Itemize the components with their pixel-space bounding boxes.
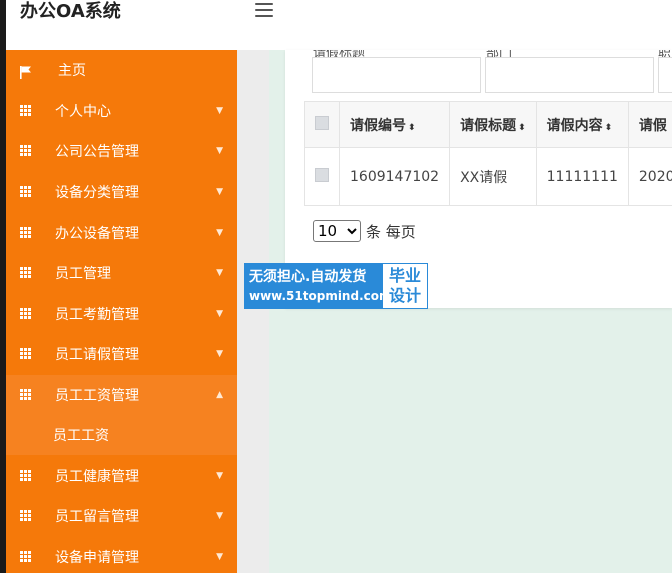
- pagination: 10 条 每页: [313, 220, 416, 242]
- sidebar-item-device-categories[interactable]: 设备分类管理 ▼: [6, 172, 237, 213]
- watermark-banner: 无须担心.自动发货 www.51topmind.com 毕业 设计: [244, 263, 428, 309]
- filter-input-position[interactable]: [658, 57, 672, 93]
- sidebar-item-home[interactable]: 主页: [6, 50, 237, 91]
- sidebar-item-leave[interactable]: 员工请假管理 ▼: [6, 334, 237, 375]
- sidebar-item-label: 员工留言管理: [55, 509, 139, 526]
- main-content: 请假标题 部门 职 请假编号 ⬍ 请假标题 ⬍ 请假内容 ⬍ 请假 160914710…: [237, 50, 672, 573]
- watermark-line1: 无须担心.自动发货: [249, 269, 367, 285]
- sort-icon: ⬍: [518, 122, 526, 133]
- grid-icon: [20, 226, 32, 239]
- sidebar-item-attendance[interactable]: 员工考勤管理 ▼: [6, 294, 237, 335]
- grid-icon: [20, 145, 32, 157]
- grid-icon: [20, 469, 32, 482]
- sidebar-item-label: 员工请假管理: [55, 347, 139, 364]
- grid-icon: [20, 348, 32, 360]
- sidebar-item-label: 设备申请管理: [55, 549, 139, 566]
- grid-icon: [20, 550, 32, 563]
- caret-down-icon: ▼: [216, 470, 223, 481]
- cell-title: XX请假: [449, 147, 537, 206]
- hamburger-icon[interactable]: [255, 3, 273, 19]
- cell-id: 1609147102: [338, 147, 451, 206]
- column-header-id[interactable]: 请假编号 ⬍: [338, 101, 451, 148]
- sidebar-item-health[interactable]: 员工健康管理 ▼: [6, 455, 237, 496]
- row-checkbox[interactable]: [304, 147, 340, 206]
- column-header-date[interactable]: 请假: [627, 101, 672, 148]
- grid-icon: [20, 104, 32, 117]
- sidebar-item-office-devices[interactable]: 办公设备管理 ▼: [6, 212, 237, 253]
- sidebar-item-personal-center[interactable]: 个人中心 ▼: [6, 91, 237, 132]
- sidebar: 主页 个人中心 ▼ 公司公告管理 ▼ 设备分类管理 ▼ 办公设备管理 ▼ 员工管…: [6, 50, 237, 573]
- grid-icon: [20, 267, 32, 279]
- cell-content: 11111111: [535, 147, 629, 206]
- sidebar-subitem-label: 员工工资: [53, 428, 109, 445]
- sidebar-item-salary[interactable]: 员工工资管理 ▲: [6, 374, 237, 416]
- filter-input-title[interactable]: [312, 57, 481, 93]
- watermark-badge: 毕业 设计: [383, 264, 427, 308]
- caret-down-icon: ▼: [216, 551, 223, 562]
- column-header-title[interactable]: 请假标题 ⬍: [449, 101, 537, 148]
- caret-down-icon: ▼: [216, 511, 223, 522]
- grid-icon: [20, 186, 32, 198]
- content-gutter: [237, 50, 269, 573]
- sidebar-item-messages[interactable]: 员工留言管理 ▼: [6, 496, 237, 537]
- sidebar-item-label: 主页: [58, 63, 86, 80]
- sort-icon: ⬍: [408, 122, 416, 133]
- sidebar-item-announcements[interactable]: 公司公告管理 ▼: [6, 131, 237, 172]
- caret-down-icon: ▼: [216, 268, 223, 279]
- grid-icon: [20, 307, 32, 320]
- sidebar-item-device-requests[interactable]: 设备申请管理 ▼: [6, 537, 237, 573]
- caret-down-icon: ▼: [216, 308, 223, 319]
- table-header-row: 请假编号 ⬍ 请假标题 ⬍ 请假内容 ⬍ 请假: [304, 101, 672, 148]
- sidebar-item-label: 员工工资管理: [55, 388, 139, 405]
- caret-up-icon: ▲: [216, 390, 223, 401]
- sidebar-item-label: 公司公告管理: [55, 144, 139, 161]
- page-size-suffix: 条 每页: [366, 222, 416, 241]
- column-header-content[interactable]: 请假内容 ⬍: [535, 101, 629, 148]
- page-size-select[interactable]: 10: [313, 220, 361, 242]
- caret-down-icon: ▼: [216, 227, 223, 238]
- sidebar-item-label: 办公设备管理: [55, 225, 139, 242]
- top-header: 办公OA系统: [6, 0, 672, 50]
- app-title: 办公OA系统: [20, 1, 121, 22]
- sort-icon: ⬍: [604, 122, 613, 133]
- select-all-checkbox[interactable]: [304, 101, 340, 148]
- watermark-url: www.51topmind.com: [249, 289, 392, 303]
- sidebar-item-label: 员工考勤管理: [55, 306, 139, 323]
- caret-down-icon: ▼: [216, 146, 223, 157]
- flag-icon: [20, 64, 32, 80]
- sidebar-item-label: 个人中心: [55, 103, 111, 120]
- sidebar-item-label: 员工健康管理: [55, 468, 139, 485]
- cell-date: 2020: [627, 147, 672, 206]
- grid-icon: [20, 389, 32, 401]
- sidebar-item-label: 设备分类管理: [55, 185, 139, 202]
- table-row: 1609147102 XX请假 11111111 2020: [304, 147, 672, 206]
- sidebar-item-label: 员工管理: [55, 266, 111, 283]
- grid-icon: [20, 510, 32, 522]
- caret-down-icon: ▼: [216, 105, 223, 116]
- caret-down-icon: ▼: [216, 349, 223, 360]
- filter-input-department[interactable]: [485, 57, 654, 93]
- sidebar-subitem-salary[interactable]: 员工工资: [6, 415, 237, 456]
- sidebar-item-employees[interactable]: 员工管理 ▼: [6, 253, 237, 294]
- caret-down-icon: ▼: [216, 187, 223, 198]
- leave-table: 请假编号 ⬍ 请假标题 ⬍ 请假内容 ⬍ 请假 1609147102 XX请假 111…: [304, 101, 672, 206]
